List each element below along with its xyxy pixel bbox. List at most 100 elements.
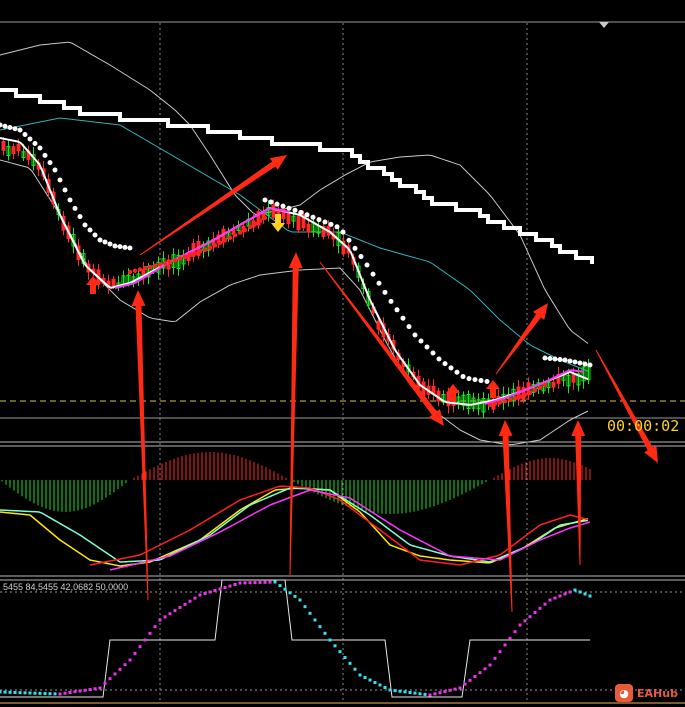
white-trail-dot — [358, 254, 364, 260]
stoch-dot — [313, 618, 317, 622]
red-trail-dot — [527, 390, 533, 396]
stoch-dot — [73, 690, 77, 694]
white-trail-dot — [352, 245, 358, 251]
stoch-dot — [408, 691, 412, 694]
white-trail-dot — [552, 356, 558, 362]
candle-body — [306, 223, 311, 233]
stoch-dot — [263, 580, 267, 584]
red-trail-dot — [207, 245, 213, 251]
stoch-dot — [78, 689, 82, 693]
white-trail-dot — [77, 214, 83, 220]
stoch-dot — [458, 686, 462, 690]
white-trail-dot — [582, 361, 588, 367]
white-trail-dot — [0, 122, 3, 128]
stoch-dot — [383, 686, 387, 689]
white-trail-dot — [424, 344, 430, 350]
white-trail-dot — [117, 244, 123, 250]
stoch-dot — [428, 693, 432, 697]
histogram-group — [1, 452, 591, 514]
stoch-dot — [228, 584, 232, 588]
stoch-dot — [443, 690, 447, 693]
stoch-dot — [298, 598, 302, 602]
white-trail-dot — [400, 315, 406, 321]
red-trail-dot — [172, 258, 178, 263]
stoch-dot — [413, 691, 417, 695]
red-trail-dot — [152, 263, 158, 268]
stoch-dot — [323, 631, 327, 635]
stoch-dot — [553, 596, 557, 600]
stoch-dot — [193, 596, 197, 600]
stoch-dot — [63, 691, 67, 695]
candle-body — [16, 143, 21, 152]
red-trail-dot — [237, 230, 243, 235]
stoch-dot — [303, 605, 307, 609]
red-trail-dot — [177, 256, 183, 261]
stoch-dot — [103, 681, 107, 685]
stoch-dot — [463, 682, 467, 686]
red-trail-dot — [157, 262, 163, 267]
stepped-trend-line — [0, 88, 594, 264]
stoch-dot — [53, 692, 57, 696]
stoch-dot — [418, 692, 422, 696]
stoch-dot — [548, 598, 552, 602]
red-trail-dot — [202, 247, 208, 252]
candle-body — [271, 204, 276, 218]
stoch-dots-group — [0, 580, 592, 697]
white-trail-dot — [37, 145, 43, 151]
white-trail-dot — [572, 359, 578, 365]
stoch-dot — [513, 630, 517, 634]
white-trail-dot — [304, 212, 310, 218]
white-trail-dot — [47, 160, 53, 166]
white-trail-dot — [346, 237, 352, 243]
white-trail-dot — [412, 332, 418, 338]
white-trail-dot — [92, 232, 98, 238]
stoch-dot — [348, 661, 352, 665]
annotation-arrow-up-1 — [131, 290, 149, 601]
stoch-dot — [293, 594, 297, 598]
white-trail-dot — [32, 141, 38, 146]
stoch-dot — [283, 587, 287, 591]
stoch-dot — [518, 623, 522, 627]
white-trail-dot — [22, 132, 28, 137]
red-trail-dot — [497, 400, 503, 405]
white-trail-dot — [370, 271, 376, 277]
white-trail-dot — [466, 376, 472, 382]
stoch-dot — [48, 692, 52, 696]
stoch-dot — [8, 690, 12, 694]
white-trail-dot — [547, 356, 553, 361]
stoch-dot — [28, 691, 32, 695]
stoch-dot — [363, 676, 367, 679]
stoch-dot — [203, 592, 207, 595]
white-trail-dot — [97, 237, 103, 243]
stoch-dot — [583, 592, 587, 596]
stoch-dot — [178, 606, 182, 609]
white-trail-dot — [316, 217, 322, 223]
candle-body — [551, 381, 556, 388]
white-trail-dot — [542, 355, 548, 361]
white-trail-dot — [322, 219, 328, 225]
red-trail-dot — [222, 238, 228, 243]
white-trail-dot — [122, 244, 128, 250]
stoch-dot — [523, 619, 527, 623]
stoch-dot — [563, 592, 567, 596]
stoch-dot — [93, 687, 97, 691]
annotation-arrow-up-2 — [288, 252, 303, 576]
stoch-dot — [558, 594, 562, 598]
stoch-dot — [238, 581, 242, 585]
stoch-dot — [143, 638, 147, 642]
stoch-dot — [353, 667, 357, 671]
watermark: ◕ EAHub — [615, 683, 683, 703]
stoch-dot — [438, 691, 442, 695]
stoch-dot — [588, 594, 592, 598]
stoch-dot — [118, 667, 122, 671]
stoch-dot — [498, 650, 502, 654]
white-trail-dot — [262, 197, 268, 203]
stoch-dot — [483, 667, 487, 671]
red-trail-dot — [212, 243, 218, 248]
stoch-dot — [343, 656, 347, 659]
white-trail-dot — [448, 365, 454, 371]
stoch-dot — [113, 672, 117, 676]
stoch-dot — [378, 683, 382, 687]
panel-menu-icon[interactable] — [599, 22, 609, 28]
stoch-dot — [448, 688, 452, 692]
